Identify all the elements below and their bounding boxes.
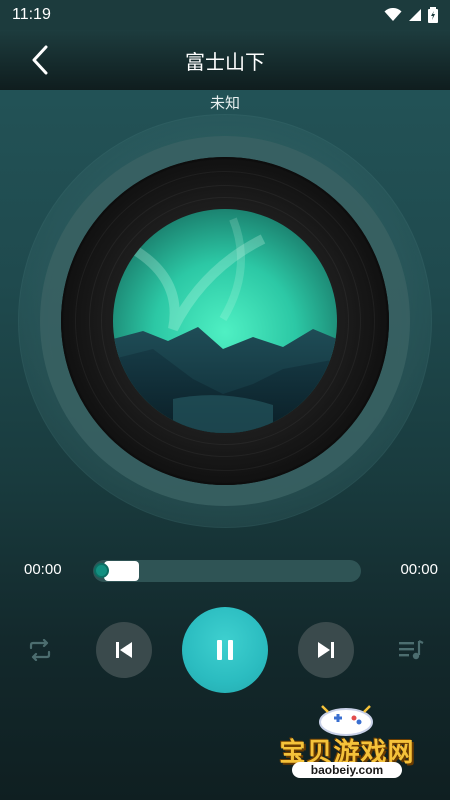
playlist-button[interactable]	[394, 634, 428, 666]
status-bar: 11:19	[0, 0, 450, 30]
repeat-icon	[29, 639, 51, 661]
skip-next-icon	[318, 642, 334, 658]
wifi-icon	[384, 8, 402, 21]
artist-label: 未知	[209, 94, 240, 112]
next-button[interactable]	[298, 622, 354, 678]
previous-button[interactable]	[96, 622, 152, 678]
playback-controls	[0, 606, 450, 694]
song-title: 富士山下	[185, 49, 265, 74]
back-button[interactable]	[22, 44, 58, 76]
watermark-url: baobeiy.com	[292, 762, 402, 778]
album-cover	[113, 209, 337, 433]
aurora-landscape-image	[113, 209, 337, 433]
elapsed-time: 00:00	[24, 561, 62, 578]
site-watermark: 宝贝游戏网 baobeiy.com	[272, 700, 432, 795]
pause-icon	[217, 640, 233, 660]
battery-icon	[428, 7, 438, 23]
progress-row: 00:00 00:00	[0, 558, 450, 584]
header-bar: 富士山下	[0, 30, 450, 90]
chevron-left-icon	[32, 45, 48, 75]
signal-icon	[409, 9, 421, 21]
status-time: 11:19	[12, 6, 51, 23]
playlist-icon	[399, 640, 424, 660]
buffer-indicator	[104, 561, 139, 581]
total-time: 00:00	[400, 561, 438, 578]
gamepad-logo-icon	[319, 705, 373, 736]
play-pause-button[interactable]	[182, 607, 268, 693]
seek-handle[interactable]	[94, 563, 109, 578]
skip-previous-icon	[116, 642, 132, 658]
repeat-button[interactable]	[24, 634, 56, 666]
status-icons	[384, 7, 438, 23]
